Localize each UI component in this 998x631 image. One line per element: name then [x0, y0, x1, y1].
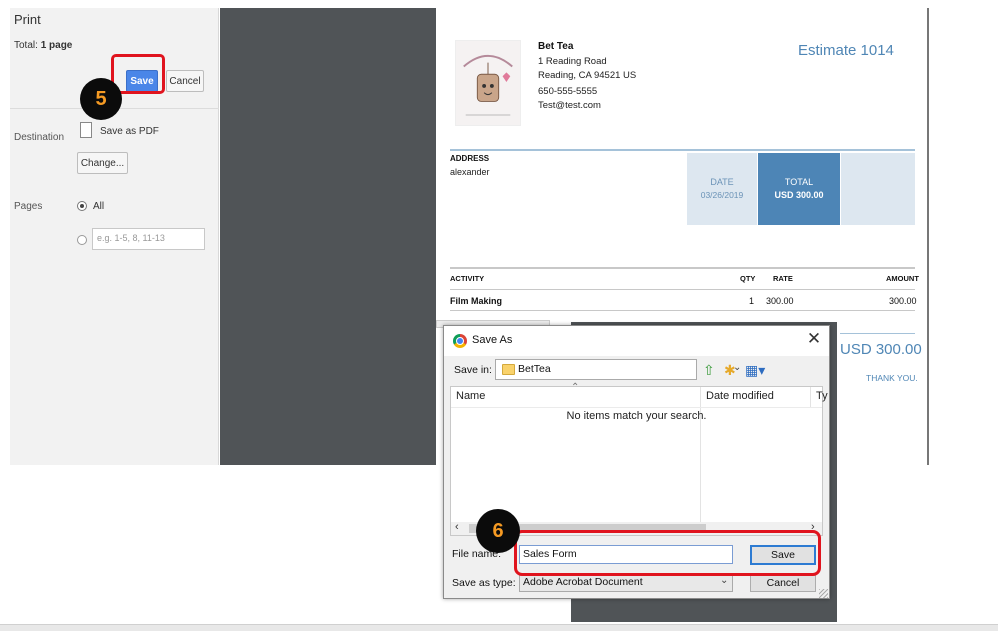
- preview-background: [220, 8, 436, 465]
- teabag-logo-icon: [463, 54, 513, 116]
- date-label: DATE: [710, 177, 734, 187]
- document-icon: [80, 122, 92, 138]
- total-value: 1 page: [40, 40, 73, 51]
- company-email: Test@test.com: [538, 100, 601, 111]
- dialog-titlebar[interactable]: Save As ✕: [444, 326, 829, 356]
- pages-all-radio[interactable]: [77, 201, 87, 211]
- divider: [840, 333, 915, 334]
- estimate-title: Estimate 1014: [798, 42, 894, 59]
- col-qty: QTY: [740, 274, 756, 283]
- pages-all-label: All: [93, 201, 105, 212]
- column-divider: [810, 387, 811, 407]
- thank-you-note: THANK YOU.: [866, 373, 918, 383]
- destination-label: Destination: [14, 132, 65, 143]
- save-in-dropdown[interactable]: BetTea ⌄: [495, 359, 741, 380]
- company-address-line1: 1 Reading Road: [538, 56, 607, 67]
- divider: [450, 310, 915, 311]
- total-label: TOTAL: [784, 177, 814, 187]
- bottom-bar: [0, 624, 998, 631]
- company-address-line2: Reading, CA 94521 US: [538, 70, 637, 81]
- chevron-down-icon: ⌄: [720, 575, 729, 586]
- header-divider: [451, 407, 822, 408]
- save-as-type-label: Save as type:: [452, 577, 516, 589]
- save-in-label: Save in:: [454, 364, 492, 376]
- address-label: ADDRESS: [450, 154, 490, 163]
- row-amount: 300.00: [889, 296, 917, 306]
- grand-total: USD 300.00: [840, 341, 922, 358]
- pages-range-input[interactable]: e.g. 1-5, 8, 11-13: [92, 228, 205, 250]
- col-rate: RATE: [773, 274, 793, 283]
- date-box: [687, 153, 757, 225]
- new-folder-icon[interactable]: ✱: [724, 362, 736, 379]
- total-box: [758, 153, 840, 225]
- folder-icon: [502, 364, 515, 375]
- date-value: 03/26/2019: [700, 190, 744, 200]
- address-name: alexander: [450, 167, 490, 177]
- divider: [450, 267, 915, 269]
- print-title: Print: [14, 12, 41, 27]
- close-icon[interactable]: ✕: [804, 329, 824, 351]
- sort-ascending-icon: ⌃: [571, 382, 580, 393]
- print-total: Total: 1 page: [14, 40, 72, 51]
- total-prefix: Total:: [14, 40, 38, 51]
- row-activity: Film Making: [450, 296, 503, 306]
- print-cancel-button[interactable]: Cancel: [166, 70, 204, 92]
- company-logo: [455, 40, 521, 126]
- row-qty: 1: [749, 296, 755, 306]
- column-name[interactable]: Name: [456, 390, 485, 402]
- column-date-modified[interactable]: Date modified: [706, 390, 774, 402]
- save-in-value: BetTea: [518, 363, 551, 375]
- up-folder-icon[interactable]: ⇧: [703, 362, 715, 379]
- scroll-left-icon[interactable]: ‹: [455, 521, 459, 533]
- pages-custom-radio[interactable]: [77, 235, 87, 245]
- pages-label: Pages: [14, 201, 43, 212]
- divider: [450, 289, 915, 290]
- divider: [450, 149, 915, 151]
- step-badge-5: 5: [80, 78, 122, 120]
- chrome-icon: [453, 334, 467, 348]
- view-menu-icon[interactable]: ▦▾: [745, 362, 765, 379]
- company-phone: 650-555-5555: [538, 86, 598, 97]
- step-badge-6: 6: [476, 509, 520, 553]
- destination-value: Save as PDF: [100, 126, 159, 137]
- resize-grip-icon[interactable]: [819, 589, 828, 598]
- col-amount: AMOUNT: [886, 274, 919, 283]
- col-activity: ACTIVITY: [450, 274, 485, 283]
- row-rate: 300.00: [766, 296, 794, 306]
- column-type[interactable]: Ty: [816, 390, 828, 402]
- save-as-type-value: Adobe Acrobat Document: [523, 576, 643, 588]
- dialog-title: Save As: [472, 334, 513, 346]
- company-name: Bet Tea: [538, 41, 574, 52]
- filename-highlight-box: [514, 530, 821, 576]
- summary-box: [841, 153, 915, 225]
- empty-message: No items match your search.: [566, 410, 707, 422]
- total-value: USD 300.00: [774, 190, 824, 200]
- change-destination-button[interactable]: Change...: [77, 152, 128, 174]
